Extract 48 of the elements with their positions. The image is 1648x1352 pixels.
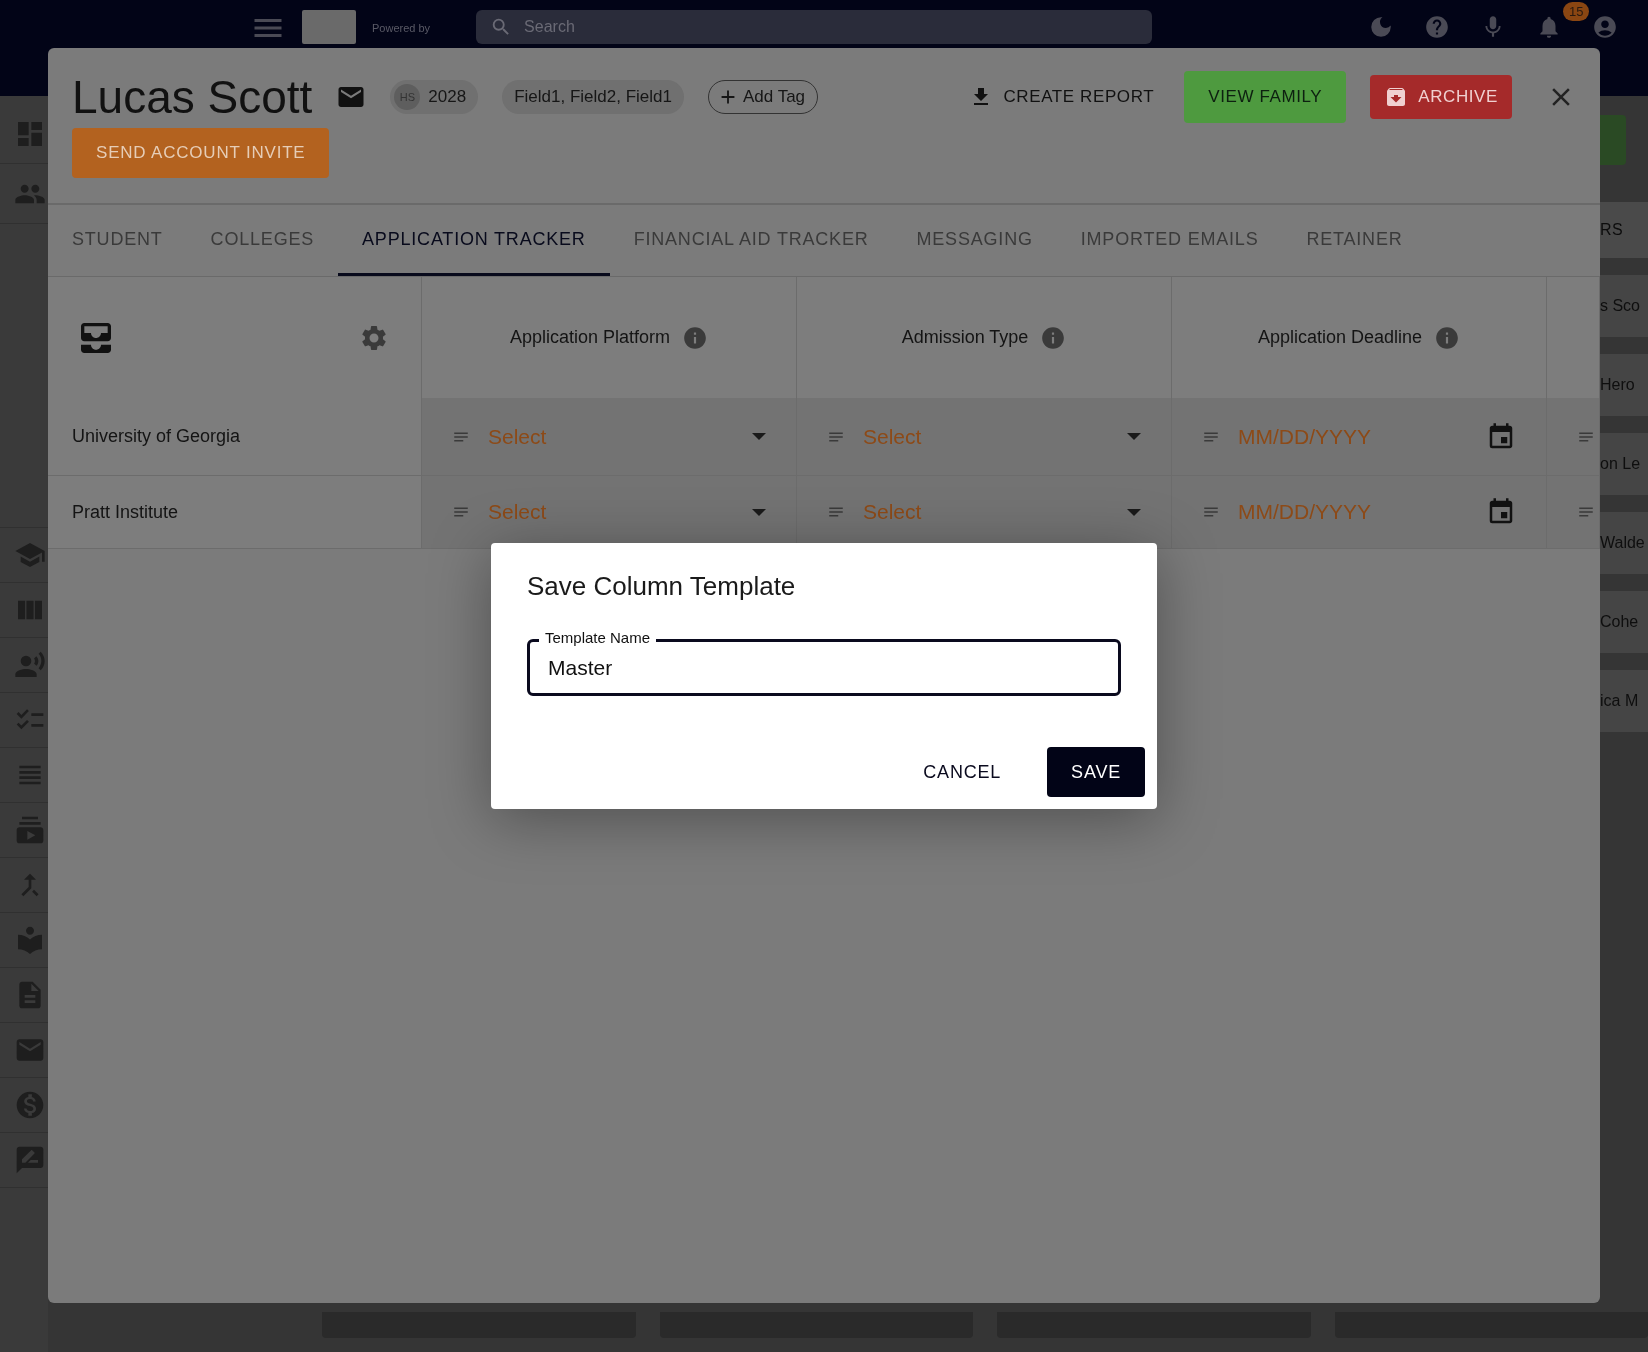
tab[interactable]: IMPORTED EMAILS: [1056, 205, 1283, 276]
save-button[interactable]: SAVE: [1047, 747, 1145, 797]
student-card[interactable]: Hero: [1600, 354, 1648, 416]
dropdown-icon: [752, 508, 766, 516]
student-card[interactable]: Cohe: [1600, 591, 1648, 653]
powered-by-text: Powered by: [372, 22, 431, 34]
tab[interactable]: STUDENT: [48, 205, 187, 276]
moon-icon[interactable]: [1368, 14, 1394, 40]
column-header: Admission Type: [901, 327, 1029, 348]
select-field[interactable]: Select: [797, 398, 1172, 476]
dropdown-icon: [1127, 433, 1141, 440]
logo: [302, 10, 356, 44]
dialog-title: Save Column Template: [527, 571, 797, 602]
video-library-icon[interactable]: [14, 814, 46, 846]
info-icon[interactable]: [682, 324, 709, 351]
college-name: Pratt Institute: [48, 476, 422, 549]
search-field[interactable]: Search: [476, 10, 1153, 44]
view-family-button[interactable]: VIEW FAMILY: [1184, 71, 1347, 123]
dropdown-icon: [752, 433, 766, 440]
column-header: Application Deadline: [1257, 327, 1423, 348]
select-field[interactable]: Select: [422, 398, 797, 476]
student-name: Lucas Scott: [72, 70, 313, 124]
cancel-button[interactable]: CANCEL: [899, 747, 1026, 797]
notification-badge: 15: [1563, 2, 1590, 21]
dropdown-icon: [1127, 508, 1141, 516]
select-field[interactable]: Select: [422, 476, 797, 549]
info-icon[interactable]: [1434, 324, 1461, 351]
tag-chip[interactable]: Field1, Field2, Field1: [502, 80, 684, 114]
archive-button[interactable]: ARCHIVE: [1370, 75, 1512, 119]
field-label: Template Name: [539, 629, 657, 647]
tab[interactable]: FINANCIAL AID TRACKER: [609, 205, 893, 276]
date-field[interactable]: MM/DD/YYYY: [1172, 476, 1547, 549]
select-field[interactable]: Select: [797, 476, 1172, 549]
info-icon[interactable]: [1040, 324, 1067, 351]
tab[interactable]: MESSAGING: [892, 205, 1057, 276]
tab[interactable]: COLLEGES: [186, 205, 339, 276]
column-header: Application Platform: [509, 327, 671, 348]
college-name: University of Georgia: [48, 398, 422, 476]
account-icon[interactable]: [1592, 14, 1618, 40]
search-placeholder: Search: [524, 18, 575, 36]
help-icon[interactable]: [1424, 14, 1450, 40]
date-field[interactable]: MM/DD/YYYY: [1172, 398, 1547, 476]
create-report-button[interactable]: CREATE REPORT: [963, 75, 1161, 119]
send-invite-button[interactable]: SEND ACCOUNT INVITE: [72, 128, 330, 178]
action-button[interactable]: [1600, 115, 1626, 165]
dollar-icon[interactable]: [14, 1089, 46, 1121]
column-header: RS: [1600, 202, 1648, 258]
tab[interactable]: RETAINER: [1282, 205, 1427, 276]
